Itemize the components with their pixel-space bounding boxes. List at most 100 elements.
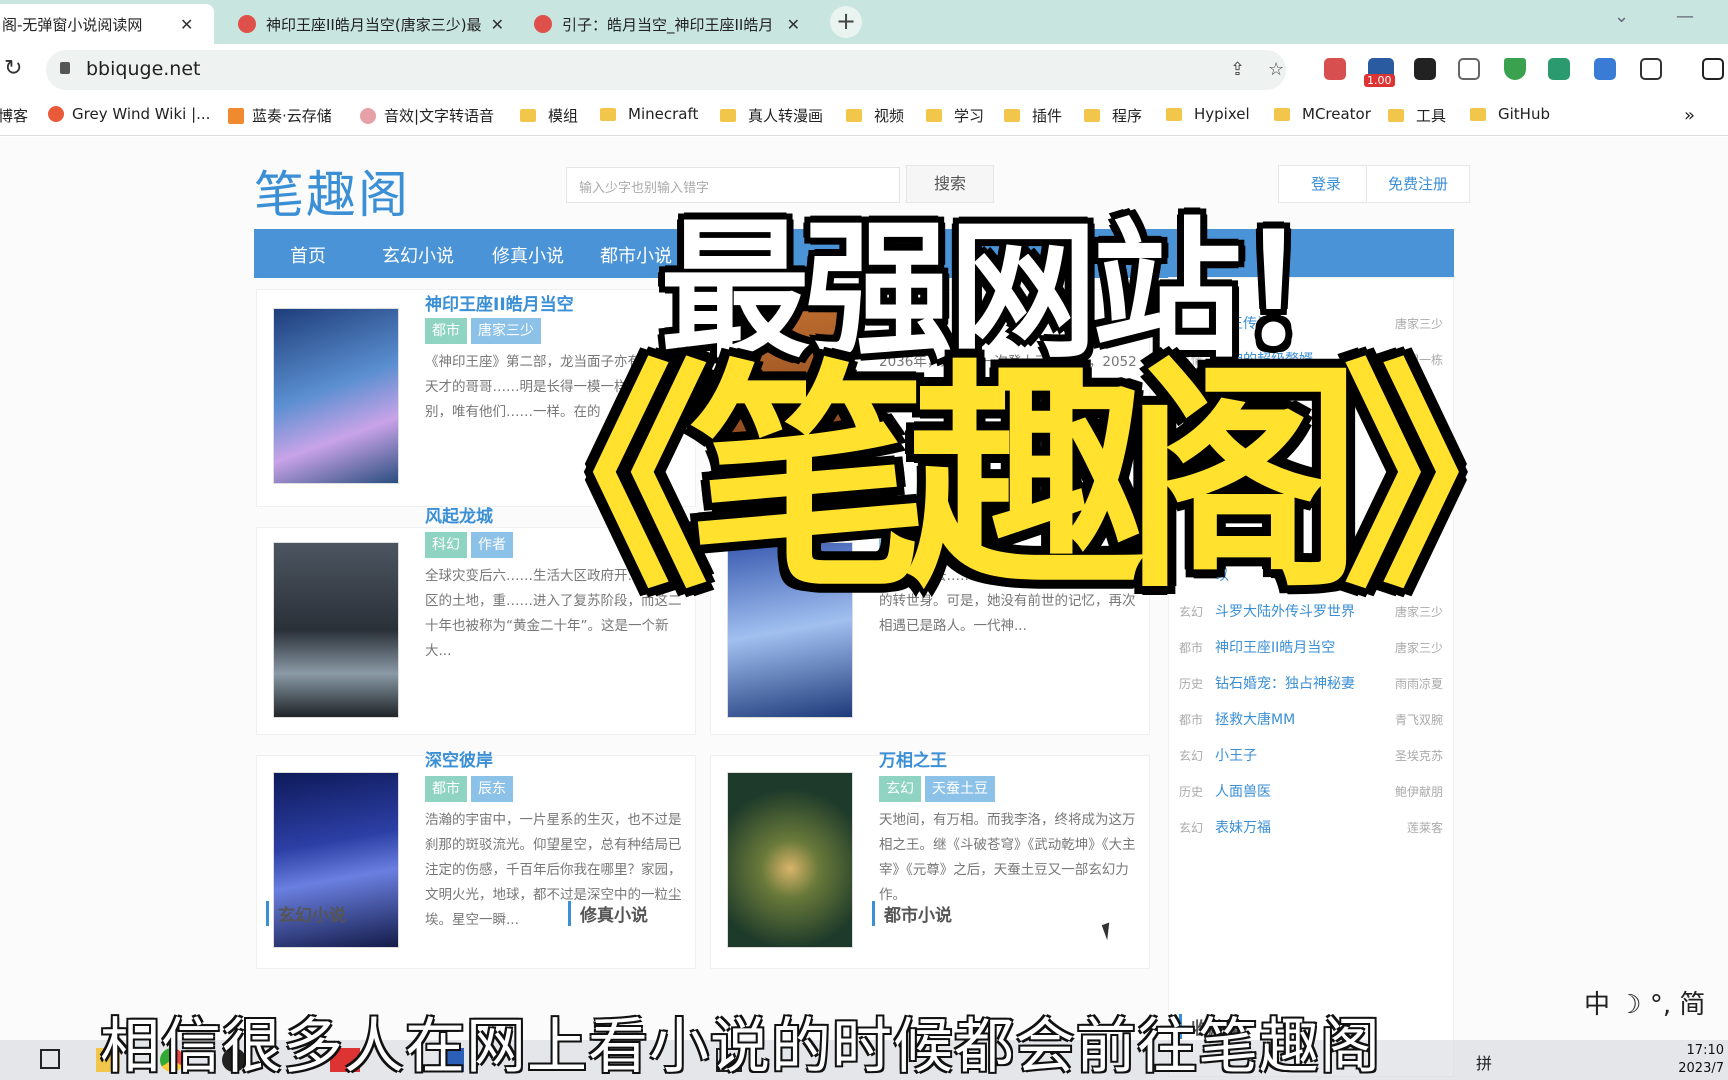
- section-heading: 都市小说: [872, 901, 952, 926]
- rank-category: 玄幻: [1179, 821, 1204, 835]
- bookmark-folder[interactable]: 视频: [846, 105, 904, 126]
- rank-title[interactable]: 拯救大唐MM: [1215, 708, 1375, 732]
- novel-favicon-icon: [534, 15, 552, 33]
- section-heading: 玄幻小说: [266, 901, 346, 926]
- rank-item[interactable]: 都市 神印王座II皓月当空 唐家三少: [1179, 636, 1443, 660]
- bookmark-label: Grey Wind Wiki |...: [72, 105, 211, 123]
- bookmark-folder[interactable]: 工具: [1388, 105, 1446, 126]
- new-tab-button[interactable]: +: [830, 6, 862, 38]
- bookmark-label: 学习: [954, 107, 985, 125]
- nav-item-xuanhuan[interactable]: 玄幻小说: [382, 242, 454, 268]
- bookmark-label: 视频: [874, 107, 905, 125]
- bookmark-label: 真人转漫画: [748, 107, 824, 125]
- folder-icon: [720, 109, 736, 122]
- rank-item[interactable]: 历史 人面兽医 鲍伊献朋: [1179, 780, 1443, 804]
- folder-icon: [1166, 107, 1182, 121]
- book-card[interactable]: 深空彼岸 都市 辰东 浩瀚的宇宙中，一片星系的生灭，也不过是刹那的斑驳流光。仰望…: [256, 751, 696, 969]
- rank-author: 唐家三少: [1394, 641, 1443, 655]
- book-cover[interactable]: [273, 308, 399, 484]
- close-icon[interactable]: ✕: [491, 15, 504, 34]
- folder-icon: [846, 109, 862, 122]
- bookmark-folder[interactable]: 模组: [520, 105, 578, 126]
- close-icon[interactable]: ✕: [787, 15, 800, 34]
- register-button[interactable]: 免费注册: [1366, 165, 1470, 203]
- shield-icon[interactable]: [1504, 58, 1526, 80]
- sidebar-icon[interactable]: [1702, 58, 1724, 80]
- bookmark-folder[interactable]: 程序: [1084, 105, 1142, 126]
- system-clock[interactable]: 17:10 2023/7: [1678, 1042, 1724, 1078]
- bookmark[interactable]: 蓝奏·云存储: [228, 105, 332, 126]
- extension-icon[interactable]: [1458, 58, 1480, 80]
- rank-item[interactable]: 玄幻 表妹万福 莲莱客: [1179, 816, 1443, 840]
- close-icon[interactable]: ✕: [180, 15, 193, 34]
- video-subtitle: 相信很多人在网上看小说的时候都会前往笔趣阁: [100, 1012, 1381, 1080]
- section-heading: 修真小说: [568, 901, 648, 926]
- novel-favicon-icon: [238, 15, 256, 33]
- bookmark-folder[interactable]: MCreator: [1274, 105, 1371, 123]
- bookmark[interactable]: 音效|文字转语音: [360, 105, 494, 126]
- chevron-down-icon[interactable]: ⌄: [1614, 6, 1629, 27]
- bookmark-folder[interactable]: Hypixel: [1166, 105, 1250, 123]
- site-logo[interactable]: 笔趣阁: [254, 155, 410, 227]
- nav-item-home[interactable]: 首页: [290, 242, 326, 268]
- rank-item[interactable]: 都市 拯救大唐MM 青飞双腕: [1179, 708, 1443, 732]
- rank-title[interactable]: 小王子: [1215, 744, 1375, 768]
- bookmark-folder[interactable]: GitHub: [1470, 105, 1550, 123]
- address-bar[interactable]: bbiquge.net ⇪ ☆: [46, 50, 1286, 90]
- book-cover[interactable]: [273, 542, 399, 718]
- extension-icon[interactable]: [1324, 58, 1346, 80]
- star-icon[interactable]: ☆: [1268, 59, 1284, 80]
- browser-tab[interactable]: 引子：皓月当空_神印王座II皓月 ✕: [522, 4, 812, 44]
- folder-icon: [1274, 107, 1290, 121]
- puzzle-icon[interactable]: [1640, 58, 1662, 80]
- extension-icon[interactable]: [1414, 58, 1436, 80]
- bookmarks-bar: 博客 Grey Wind Wiki |... 蓝奏·云存储 音效|文字转语音 模…: [0, 96, 1728, 136]
- rank-category: 玄幻: [1179, 749, 1204, 763]
- rank-author: 圣埃克苏: [1394, 749, 1443, 763]
- bookmark-label: 工具: [1416, 107, 1447, 125]
- bookmark-label: 博客: [0, 107, 29, 125]
- more-bookmarks-button[interactable]: »: [1684, 105, 1695, 126]
- bookmark-folder[interactable]: 插件: [1004, 105, 1062, 126]
- folder-icon: [926, 109, 942, 122]
- bookmark-label: Minecraft: [628, 105, 699, 123]
- minimize-icon[interactable]: —: [1676, 6, 1694, 27]
- extension-badge: 1.00: [1364, 74, 1395, 87]
- rank-author: 青飞双腕: [1394, 713, 1443, 727]
- extension-icon[interactable]: [1548, 58, 1570, 80]
- rank-category: 都市: [1179, 713, 1204, 727]
- share-icon[interactable]: ⇪: [1230, 59, 1245, 80]
- browser-tab[interactable]: 阁-无弹窗小说阅读网 ✕: [0, 4, 214, 44]
- clock-time: 17:10: [1686, 1043, 1724, 1058]
- reload-icon[interactable]: ↻: [4, 56, 22, 81]
- task-view-icon[interactable]: [40, 1049, 60, 1069]
- ime-indicator[interactable]: 拼: [1476, 1050, 1492, 1074]
- rank-author: 雨雨凉夏: [1394, 677, 1443, 691]
- book-cover[interactable]: [727, 772, 853, 948]
- flag-icon: [228, 107, 244, 124]
- rank-item[interactable]: 历史 钻石婚宠：独占神秘妻 雨雨凉夏: [1179, 672, 1443, 696]
- bookmark[interactable]: Grey Wind Wiki |...: [48, 105, 210, 123]
- rank-item[interactable]: 玄幻 小王子 圣埃克苏: [1179, 744, 1443, 768]
- bookmark-folder[interactable]: 学习: [926, 105, 984, 126]
- flame-icon: [48, 106, 64, 122]
- rank-category: 都市: [1179, 641, 1204, 655]
- book-title[interactable]: 神印王座II皓月当空: [425, 290, 574, 315]
- rank-title[interactable]: 钻石婚宠：独占神秘妻: [1215, 672, 1375, 696]
- category-tag: 都市: [425, 318, 467, 344]
- extension-icon[interactable]: [1594, 58, 1616, 80]
- book-title[interactable]: 深空彼岸: [425, 746, 493, 771]
- book-card[interactable]: 万相之王 玄幻 天蚕土豆 天地间，有万相。而我李洛，终将成为这万相之王。继《斗破…: [710, 751, 1150, 969]
- tab-title: 阁-无弹窗小说阅读网: [2, 15, 143, 34]
- book-title[interactable]: 万相之王: [879, 746, 947, 771]
- bookmark-label: 模组: [548, 107, 579, 125]
- rank-title[interactable]: 表妹万福: [1215, 816, 1375, 840]
- rank-title[interactable]: 人面兽医: [1215, 780, 1375, 804]
- bookmark[interactable]: 博客: [0, 105, 28, 126]
- nav-item-xiuzhen[interactable]: 修真小说: [492, 242, 564, 268]
- ime-toolbar[interactable]: 中 ☽ °, 简: [1584, 984, 1705, 1021]
- browser-tab[interactable]: 神印王座II皓月当空(唐家三少)最 ✕: [226, 4, 516, 44]
- rank-title[interactable]: 神印王座II皓月当空: [1215, 636, 1375, 660]
- bookmark-folder[interactable]: Minecraft: [600, 105, 698, 123]
- bookmark-folder[interactable]: 真人转漫画: [720, 105, 823, 126]
